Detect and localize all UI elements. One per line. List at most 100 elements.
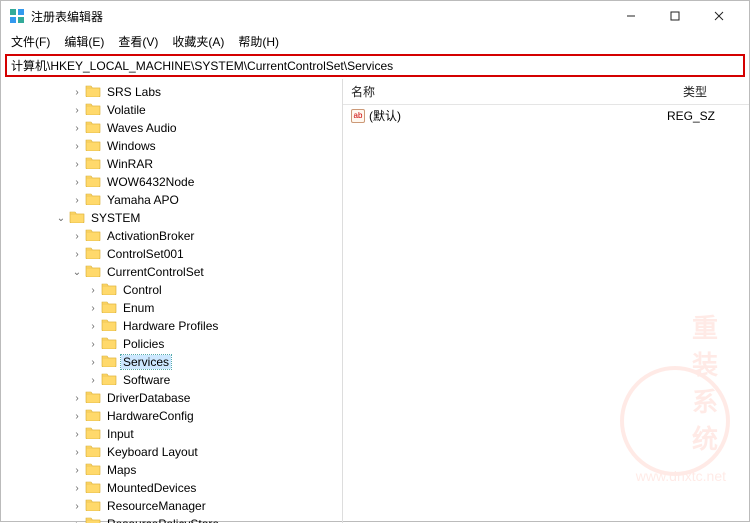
folder-icon: [83, 426, 105, 442]
tree-item-label: Hardware Profiles: [121, 319, 220, 333]
tree-item[interactable]: ›Software: [1, 371, 342, 389]
folder-icon: [99, 372, 121, 388]
tree-item-label: ResourceManager: [105, 499, 208, 513]
tree-item[interactable]: ›DriverDatabase: [1, 389, 342, 407]
col-name[interactable]: 名称: [343, 79, 675, 104]
folder-icon: [99, 282, 121, 298]
menu-favorites[interactable]: 收藏夹(A): [172, 33, 224, 50]
tree-item-label: Input: [105, 427, 136, 441]
expand-toggle-icon[interactable]: ›: [71, 483, 83, 494]
minimize-button[interactable]: [609, 2, 653, 30]
tree-item[interactable]: › ResourceManager: [1, 497, 342, 515]
title-bar: 注册表编辑器: [1, 1, 749, 31]
expand-toggle-icon[interactable]: ›: [87, 321, 99, 332]
folder-icon: [83, 156, 105, 172]
expand-toggle-icon[interactable]: ›: [71, 177, 83, 188]
col-type[interactable]: 类型: [675, 79, 749, 104]
tree-item-label: Control: [121, 283, 164, 297]
tree-item-label: Waves Audio: [105, 121, 179, 135]
maximize-button[interactable]: [653, 2, 697, 30]
expand-toggle-icon[interactable]: ›: [71, 447, 83, 458]
expand-toggle-icon[interactable]: ›: [87, 303, 99, 314]
folder-icon: [83, 444, 105, 460]
tree-item-label: WinRAR: [105, 157, 155, 171]
tree-item[interactable]: › Keyboard Layout: [1, 443, 342, 461]
tree-item[interactable]: ›MountedDevices: [1, 479, 342, 497]
folder-icon: [99, 336, 121, 352]
folder-icon: [83, 174, 105, 190]
values-header: 名称 类型: [343, 79, 749, 105]
expand-toggle-icon[interactable]: ⌄: [71, 267, 83, 278]
value-type: REG_SZ: [667, 109, 741, 123]
folder-icon: [83, 84, 105, 100]
tree-item[interactable]: ⌄ SYSTEM: [1, 209, 342, 227]
folder-icon: [83, 192, 105, 208]
tree-pane[interactable]: ›SRS Labs›Volatile›Waves Audio›Windows›W…: [1, 79, 343, 523]
tree-item-label: Keyboard Layout: [105, 445, 200, 459]
tree-item-label: CurrentControlSet: [105, 265, 206, 279]
tree-item-label: ControlSet001: [105, 247, 186, 261]
tree-item[interactable]: ⌄ CurrentControlSet: [1, 263, 342, 281]
tree-item-label: Yamaha APO: [105, 193, 181, 207]
tree-item[interactable]: › ActivationBroker: [1, 227, 342, 245]
menu-edit[interactable]: 编辑(E): [64, 33, 104, 50]
expand-toggle-icon[interactable]: ›: [87, 339, 99, 350]
expand-toggle-icon[interactable]: ›: [71, 195, 83, 206]
tree-item[interactable]: › Control: [1, 281, 342, 299]
folder-icon: [99, 354, 121, 370]
folder-icon: [83, 408, 105, 424]
expand-toggle-icon[interactable]: ›: [71, 123, 83, 134]
expand-toggle-icon[interactable]: ›: [87, 285, 99, 296]
tree-item-label: Windows: [105, 139, 158, 153]
address-bar[interactable]: 计算机\HKEY_LOCAL_MACHINE\SYSTEM\CurrentCon…: [5, 54, 745, 77]
expand-toggle-icon[interactable]: ›: [71, 411, 83, 422]
expand-toggle-icon[interactable]: ›: [71, 87, 83, 98]
folder-icon: [83, 138, 105, 154]
menu-view[interactable]: 查看(V): [118, 33, 158, 50]
expand-toggle-icon[interactable]: ›: [71, 159, 83, 170]
expand-toggle-icon[interactable]: ›: [71, 393, 83, 404]
tree-item-label: Maps: [105, 463, 138, 477]
tree-item[interactable]: › Yamaha APO: [1, 191, 342, 209]
folder-icon: [99, 300, 121, 316]
expand-toggle-icon[interactable]: ⌄: [55, 213, 67, 224]
tree-item[interactable]: ›HardwareConfig: [1, 407, 342, 425]
tree-item[interactable]: › ControlSet001: [1, 245, 342, 263]
expand-toggle-icon[interactable]: ›: [71, 231, 83, 242]
folder-icon: [67, 210, 89, 226]
folder-icon: [83, 390, 105, 406]
tree-item[interactable]: ›Services: [1, 353, 342, 371]
folder-icon: [83, 480, 105, 496]
string-value-icon: ab: [351, 109, 365, 123]
close-button[interactable]: [697, 2, 741, 30]
tree-item[interactable]: ›Policies: [1, 335, 342, 353]
expand-toggle-icon[interactable]: ›: [87, 357, 99, 368]
expand-toggle-icon[interactable]: ›: [71, 519, 83, 523]
expand-toggle-icon[interactable]: ›: [71, 249, 83, 260]
menu-help[interactable]: 帮助(H): [238, 33, 279, 50]
tree-item-label: SYSTEM: [89, 211, 142, 225]
tree-item[interactable]: ›WOW6432Node: [1, 173, 342, 191]
folder-icon: [83, 102, 105, 118]
tree-item-label: ActivationBroker: [105, 229, 196, 243]
menu-file[interactable]: 文件(F): [11, 33, 50, 50]
tree-item-label: SRS Labs: [105, 85, 163, 99]
tree-item[interactable]: › Enum: [1, 299, 342, 317]
tree-item[interactable]: › Input: [1, 425, 342, 443]
values-pane[interactable]: 名称 类型 ab(默认)REG_SZ: [343, 79, 749, 523]
expand-toggle-icon[interactable]: ›: [87, 375, 99, 386]
tree-item[interactable]: › Hardware Profiles: [1, 317, 342, 335]
expand-toggle-icon[interactable]: ›: [71, 465, 83, 476]
tree-item[interactable]: › Maps: [1, 461, 342, 479]
tree-item[interactable]: › Waves Audio: [1, 119, 342, 137]
expand-toggle-icon[interactable]: ›: [71, 105, 83, 116]
value-row[interactable]: ab(默认)REG_SZ: [343, 105, 749, 126]
tree-item[interactable]: ›Volatile: [1, 101, 342, 119]
tree-item[interactable]: › SRS Labs: [1, 83, 342, 101]
expand-toggle-icon[interactable]: ›: [71, 141, 83, 152]
tree-item-label: Enum: [121, 301, 156, 315]
expand-toggle-icon[interactable]: ›: [71, 501, 83, 512]
tree-item[interactable]: › WinRAR: [1, 155, 342, 173]
tree-item[interactable]: › Windows: [1, 137, 342, 155]
expand-toggle-icon[interactable]: ›: [71, 429, 83, 440]
